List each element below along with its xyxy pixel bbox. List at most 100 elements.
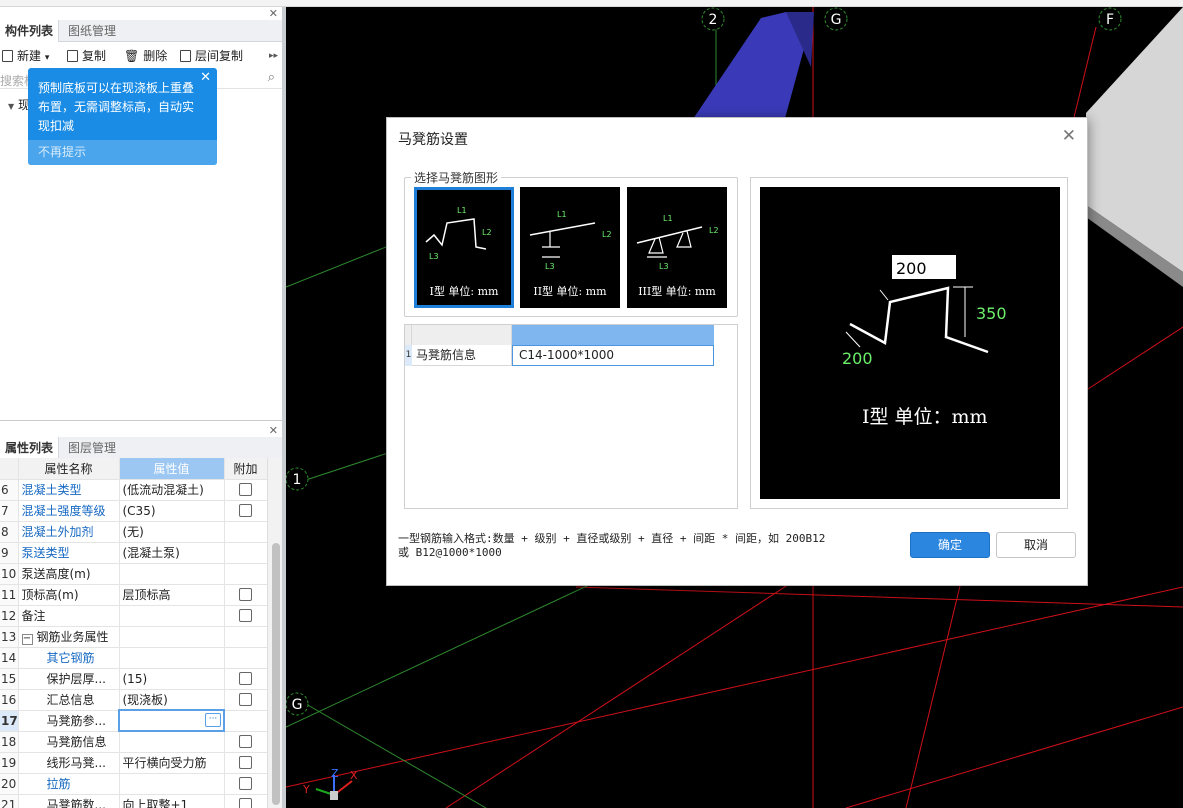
ellipsis-button[interactable]: ··· (205, 713, 221, 727)
mabeng-info-table: 1 马凳筋信息 C14-1000*1000 (404, 324, 738, 509)
collapse-icon[interactable]: − (21, 634, 33, 645)
component-panel-tabbar: 构件列表 图纸管理 (0, 20, 283, 42)
table-row[interactable]: 18 马凳筋信息 (0, 731, 268, 753)
table-row[interactable]: 9 泵送类型 (混凝土泵) (0, 542, 268, 564)
svg-text:L2: L2 (602, 230, 612, 239)
input-format-hint: 一型钢筋输入格式:数量 + 级别 + 直径或级别 + 直径 + 间距 * 间距，… (398, 532, 826, 559)
panel-close-icon[interactable]: ✕ (269, 7, 278, 20)
dont-show-again-link[interactable]: 不再提示 (28, 140, 217, 165)
extra-checkbox[interactable] (239, 755, 252, 769)
l2-dimension: 350 (976, 304, 1007, 323)
grid-line (286, 586, 1183, 788)
dropdown-arrow-icon[interactable]: ▾ (45, 53, 50, 63)
svg-text:L2: L2 (709, 226, 719, 235)
grid-line (286, 576, 607, 728)
cancel-button[interactable]: 取消 (996, 532, 1076, 558)
grid-line (575, 586, 1183, 608)
property-scrollbar[interactable] (267, 458, 283, 808)
table-row[interactable]: 16 汇总信息 (现浇板) (0, 689, 268, 711)
table-row[interactable]: 21 马凳筋数... 向上取整+1 (0, 794, 268, 808)
ok-button[interactable]: 确定 (910, 532, 990, 558)
table-row-selected[interactable]: 17 马凳筋参... ··· (0, 709, 268, 732)
trash-icon: 🗑 (124, 49, 140, 63)
tree-item[interactable]: ▼ 现 (8, 96, 30, 113)
extra-checkbox[interactable] (239, 587, 252, 601)
scrollbar-thumb[interactable] (272, 543, 280, 805)
component-toolbar: 新建 ▾ 复制 🗑 删除 层间复制 ▸▸ (0, 44, 283, 68)
shape-preview: 200 350 200 I型 单位：mm (750, 177, 1068, 509)
l1-dimension: 200 (896, 259, 927, 278)
search-icon[interactable]: ⌕ (268, 70, 275, 85)
table-row[interactable]: 7 混凝土强度等级 (C35) (0, 500, 268, 522)
table-row[interactable]: 13− 钢筋业务属性 (0, 626, 268, 648)
extra-checkbox[interactable] (239, 776, 252, 790)
delete-button[interactable]: 🗑 删除 (124, 44, 167, 68)
axis-x-label: X (350, 769, 358, 782)
property-table: 属性名称 属性值 附加 6 混凝土类型 (低流动混凝土) 7 混凝土强度等级 (C35)… (0, 458, 268, 808)
shape-1-caption: I型 单位: mm (429, 285, 499, 298)
property-panel-tabbar: 属性列表 图层管理 (0, 437, 283, 459)
tooltip-message: 预制底板可以在现浇板上重叠布置，无需调整标高，自动实现扣减 (38, 81, 195, 133)
extra-checkbox[interactable] (239, 797, 252, 808)
tab-drawing-management[interactable]: 图纸管理 (63, 20, 121, 42)
floor-copy-button[interactable]: 层间复制 (180, 44, 243, 68)
axis-gizmo[interactable]: Y Z X (302, 767, 358, 800)
axis-bubble-f[interactable]: F (1098, 7, 1122, 31)
tab-property-list[interactable]: 属性列表 (0, 437, 60, 459)
preview-drawing: 200 350 200 I型 单位：mm (842, 255, 1007, 428)
extra-checkbox[interactable] (239, 482, 252, 496)
axis-bubble-g-left[interactable]: G (286, 692, 309, 716)
extra-checkbox[interactable] (239, 692, 252, 706)
table-row[interactable]: 10 泵送高度(m) (0, 563, 268, 585)
svg-text:G: G (831, 12, 842, 28)
table-row[interactable]: 14 其它钢筋 (0, 647, 268, 669)
svg-text:L1: L1 (557, 210, 567, 219)
mabeng-settings-dialog: 马凳筋设置 ✕ 选择马凳筋图形 L1 L2 L3 I型 单位: mm L1 L2… (386, 117, 1088, 586)
axis-bubble-1[interactable]: 1 (286, 467, 309, 491)
shape-2-caption: II型 单位: mm (533, 285, 607, 298)
property-table-header: 属性名称 属性值 附加 (0, 458, 268, 480)
tree-expand-icon[interactable]: ▼ (8, 102, 14, 111)
svg-text:2: 2 (709, 12, 718, 28)
extra-checkbox[interactable] (239, 671, 252, 685)
shape-3-caption: III型 单位: mm (638, 285, 716, 298)
dialog-close-icon[interactable]: ✕ (1062, 126, 1076, 146)
new-button[interactable]: 新建 ▾ (2, 44, 49, 68)
extra-checkbox[interactable] (239, 734, 252, 748)
shape-option-type-1[interactable]: L1 L2 L3 I型 单位: mm (414, 187, 514, 308)
svg-text:G: G (292, 697, 303, 713)
axis-bubble-g-top[interactable]: G (824, 7, 848, 31)
preview-caption: I型 单位：mm (862, 406, 988, 428)
copy-icon (67, 50, 78, 62)
svg-text:L1: L1 (457, 206, 467, 215)
table-row[interactable]: 19 线形马凳... 平行横向受力筋 (0, 752, 268, 774)
table-row[interactable]: 12 备注 (0, 605, 268, 627)
extra-checkbox[interactable] (239, 608, 252, 622)
table-row[interactable]: 11 顶标高(m) 层顶标高 (0, 584, 268, 606)
tab-component-list[interactable]: 构件列表 (0, 20, 60, 42)
header-property-value: 属性值 (119, 458, 225, 480)
svg-text:1: 1 (293, 472, 302, 488)
copy-button[interactable]: 复制 (67, 44, 106, 68)
table-row[interactable]: 8 混凝土外加剂 (无) (0, 521, 268, 543)
table-row[interactable]: 15 保护层厚... (15) (0, 668, 268, 690)
table-row[interactable]: 20 拉筋 (0, 773, 268, 795)
value-column-header (512, 325, 714, 345)
tab-layer-management[interactable]: 图层管理 (63, 437, 121, 459)
svg-text:F: F (1106, 12, 1114, 28)
table-row[interactable]: 6 混凝土类型 (低流动混凝土) (0, 479, 268, 501)
l3-dimension: 200 (842, 349, 873, 368)
header-property-name: 属性名称 (18, 458, 120, 480)
top-strip (0, 0, 1183, 7)
axis-bubble-2[interactable]: 2 (701, 7, 725, 31)
mabeng-param-cell[interactable]: ··· (118, 709, 225, 732)
shape-option-type-2[interactable]: L1 L2 L3 II型 单位: mm (520, 187, 620, 308)
extra-checkbox[interactable] (239, 503, 252, 517)
shape-option-type-3[interactable]: L1 L2 L3 III型 单位: mm (627, 187, 727, 308)
axis-z-label: Z (331, 767, 339, 780)
svg-text:L2: L2 (482, 228, 492, 237)
property-panel-close-icon[interactable]: ✕ (269, 424, 278, 437)
header-extra: 附加 (224, 458, 268, 480)
mabeng-info-input[interactable]: C14-1000*1000 (512, 345, 714, 366)
toolbar-more-icon[interactable]: ▸▸ (269, 44, 278, 68)
